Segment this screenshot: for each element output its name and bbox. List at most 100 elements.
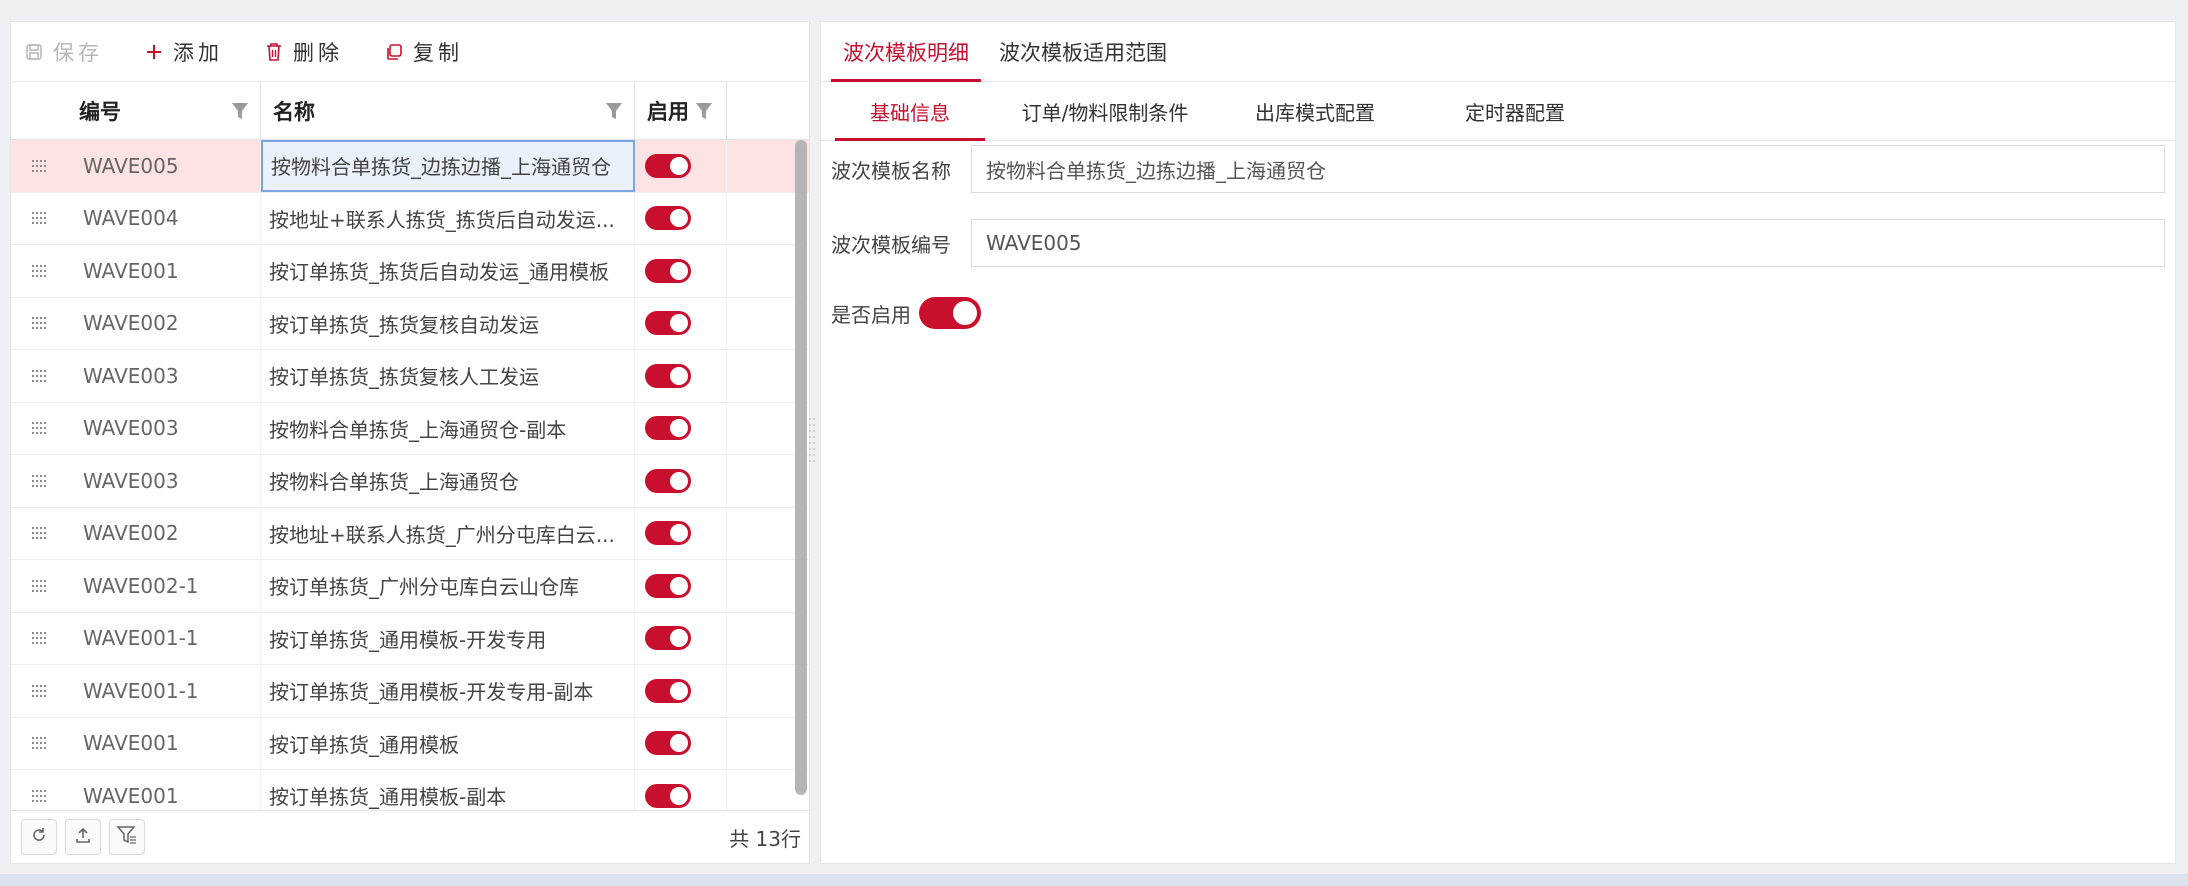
cell-code-text: WAVE003 [83, 363, 179, 388]
subtab-basic-info[interactable]: 基础信息 [835, 82, 985, 141]
cell-code[interactable]: WAVE002-1 [69, 560, 261, 612]
plus-icon [143, 41, 165, 63]
table-row[interactable]: WAVE005 按物料合单拣货_边拣边播_上海通贸仓 [11, 140, 809, 193]
drag-handle-icon[interactable] [11, 632, 69, 645]
cell-code[interactable]: WAVE004 [69, 192, 261, 244]
advanced-filter-button[interactable] [109, 819, 145, 855]
drag-handle-icon[interactable] [11, 474, 69, 487]
cell-name[interactable]: 按物料合单拣货_上海通贸仓-副本 [261, 402, 635, 454]
cell-code[interactable]: WAVE001 [69, 770, 261, 812]
cell-name[interactable]: 按订单拣货_拣货复核人工发运 [261, 350, 635, 402]
drag-handle-icon[interactable] [11, 789, 69, 802]
enabled-toggle[interactable] [645, 678, 691, 703]
cell-name[interactable]: 按订单拣货_通用模板-副本 [261, 770, 635, 812]
vertical-scrollbar[interactable] [795, 140, 807, 812]
drag-handle-icon[interactable] [11, 369, 69, 382]
table-row[interactable]: WAVE002 按订单拣货_拣货复核自动发运 [11, 297, 809, 350]
cell-code[interactable]: WAVE001-1 [69, 612, 261, 664]
enabled-toggle[interactable] [645, 573, 691, 598]
template-code-input[interactable]: WAVE005 [971, 219, 2165, 267]
drag-handle-icon[interactable] [11, 579, 69, 592]
cell-code[interactable]: WAVE002 [69, 507, 261, 559]
drag-handle-icon[interactable] [11, 684, 69, 697]
table-row[interactable]: WAVE003 按物料合单拣货_上海通贸仓 [11, 455, 809, 508]
enabled-toggle[interactable] [645, 363, 691, 388]
tab-wave-template-scope[interactable]: 波次模板适用范围 [987, 22, 1179, 81]
table-row[interactable]: WAVE001-1 按订单拣货_通用模板-开发专用 [11, 612, 809, 665]
cell-name[interactable]: 按物料合单拣货_边拣边播_上海通贸仓 [261, 140, 635, 192]
cell-name[interactable]: 按地址+联系人拣货_广州分屯库白云... [261, 507, 635, 559]
enabled-toggle[interactable] [645, 153, 691, 178]
enabled-toggle[interactable] [645, 311, 691, 336]
table-row[interactable]: WAVE002 按地址+联系人拣货_广州分屯库白云... [11, 507, 809, 560]
enabled-toggle[interactable] [645, 626, 691, 651]
cell-code-text: WAVE002-1 [83, 573, 199, 598]
table-row[interactable]: WAVE003 按订单拣货_拣货复核人工发运 [11, 350, 809, 403]
drag-handle-icon[interactable] [11, 264, 69, 277]
cell-code[interactable]: WAVE003 [69, 402, 261, 454]
drag-handle-icon[interactable] [11, 212, 69, 225]
drag-handle-icon[interactable] [11, 422, 69, 435]
filter-icon[interactable] [230, 100, 250, 122]
tab-wave-template-detail[interactable]: 波次模板明细 [831, 22, 981, 82]
subtab-timer-config[interactable]: 定时器配置 [1405, 82, 1625, 140]
panel-splitter[interactable] [808, 415, 816, 465]
cell-code[interactable]: WAVE005 [69, 140, 261, 192]
cell-name[interactable]: 按订单拣货_通用模板-开发专用 [261, 612, 635, 664]
enabled-toggle[interactable] [919, 297, 981, 329]
enabled-toggle[interactable] [645, 468, 691, 493]
column-header-name[interactable]: 名称 [261, 82, 635, 139]
cell-name[interactable]: 按订单拣货_拣货后自动发运_通用模板 [261, 245, 635, 297]
cell-code[interactable]: WAVE003 [69, 455, 261, 507]
enabled-toggle[interactable] [645, 731, 691, 756]
template-name-label: 波次模板名称 [831, 158, 951, 183]
drag-handle-icon[interactable] [11, 317, 69, 330]
cell-code[interactable]: WAVE003 [69, 350, 261, 402]
template-name-input[interactable]: 按物料合单拣货_边拣边播_上海通贸仓 [971, 145, 2165, 193]
table-row[interactable]: WAVE003 按物料合单拣货_上海通贸仓-副本 [11, 402, 809, 455]
refresh-button[interactable] [21, 819, 57, 855]
cell-name[interactable]: 按物料合单拣货_上海通贸仓 [261, 455, 635, 507]
drag-handle-icon[interactable] [11, 737, 69, 750]
subtab-outbound-mode-config[interactable]: 出库模式配置 [1225, 82, 1405, 140]
drag-handle-icon[interactable] [11, 527, 69, 540]
filter-icon[interactable] [694, 100, 714, 122]
table-row[interactable]: WAVE001 按订单拣货_拣货后自动发运_通用模板 [11, 245, 809, 298]
cell-name[interactable]: 按订单拣货_通用模板 [261, 717, 635, 769]
cell-name-text: 按订单拣货_通用模板 [269, 732, 459, 757]
table-row[interactable]: WAVE004 按地址+联系人拣货_拣货后自动发运... [11, 192, 809, 245]
cell-name-text: 按订单拣货_广州分屯库白云山仓库 [269, 575, 579, 600]
enabled-toggle[interactable] [645, 521, 691, 546]
subtab-order-material-limits[interactable]: 订单/物料限制条件 [985, 82, 1225, 140]
table-row[interactable]: WAVE001 按订单拣货_通用模板-副本 [11, 770, 809, 812]
enabled-toggle[interactable] [645, 783, 691, 808]
cell-code[interactable]: WAVE001-1 [69, 665, 261, 717]
cell-code[interactable]: WAVE002 [69, 297, 261, 349]
cell-name[interactable]: 按订单拣货_拣货复核自动发运 [261, 297, 635, 349]
table-row[interactable]: WAVE001-1 按订单拣货_通用模板-开发专用-副本 [11, 665, 809, 718]
column-header-enabled[interactable]: 启用 [635, 82, 727, 139]
cell-code[interactable]: WAVE001 [69, 717, 261, 769]
cell-code-text: WAVE002 [83, 311, 179, 336]
cell-name[interactable]: 按地址+联系人拣货_拣货后自动发运... [261, 192, 635, 244]
save-button[interactable]: 保存 [23, 37, 103, 67]
enabled-toggle[interactable] [645, 206, 691, 231]
copy-button[interactable]: 复制 [383, 37, 463, 67]
export-button[interactable] [65, 819, 101, 855]
cell-name[interactable]: 按订单拣货_通用模板-开发专用-副本 [261, 665, 635, 717]
table-row[interactable]: WAVE001 按订单拣货_通用模板 [11, 717, 809, 770]
table-row[interactable]: WAVE002-1 按订单拣货_广州分屯库白云山仓库 [11, 560, 809, 613]
column-header-code[interactable]: 编号 [69, 82, 261, 139]
add-button[interactable]: 添加 [143, 37, 223, 67]
cell-code[interactable]: WAVE001 [69, 245, 261, 297]
delete-button[interactable]: 删除 [263, 37, 343, 67]
filter-icon[interactable] [604, 100, 624, 122]
drag-handle-icon[interactable] [11, 159, 69, 172]
enabled-toggle[interactable] [645, 416, 691, 441]
scrollbar-thumb[interactable] [795, 140, 807, 795]
enabled-toggle[interactable] [645, 258, 691, 283]
cell-enabled [635, 560, 727, 612]
cell-enabled [635, 140, 727, 192]
cell-name[interactable]: 按订单拣货_广州分屯库白云山仓库 [261, 560, 635, 612]
grid-body[interactable]: WAVE005 按物料合单拣货_边拣边播_上海通贸仓 WAVE004 按地址+联系人拣… [11, 140, 809, 812]
